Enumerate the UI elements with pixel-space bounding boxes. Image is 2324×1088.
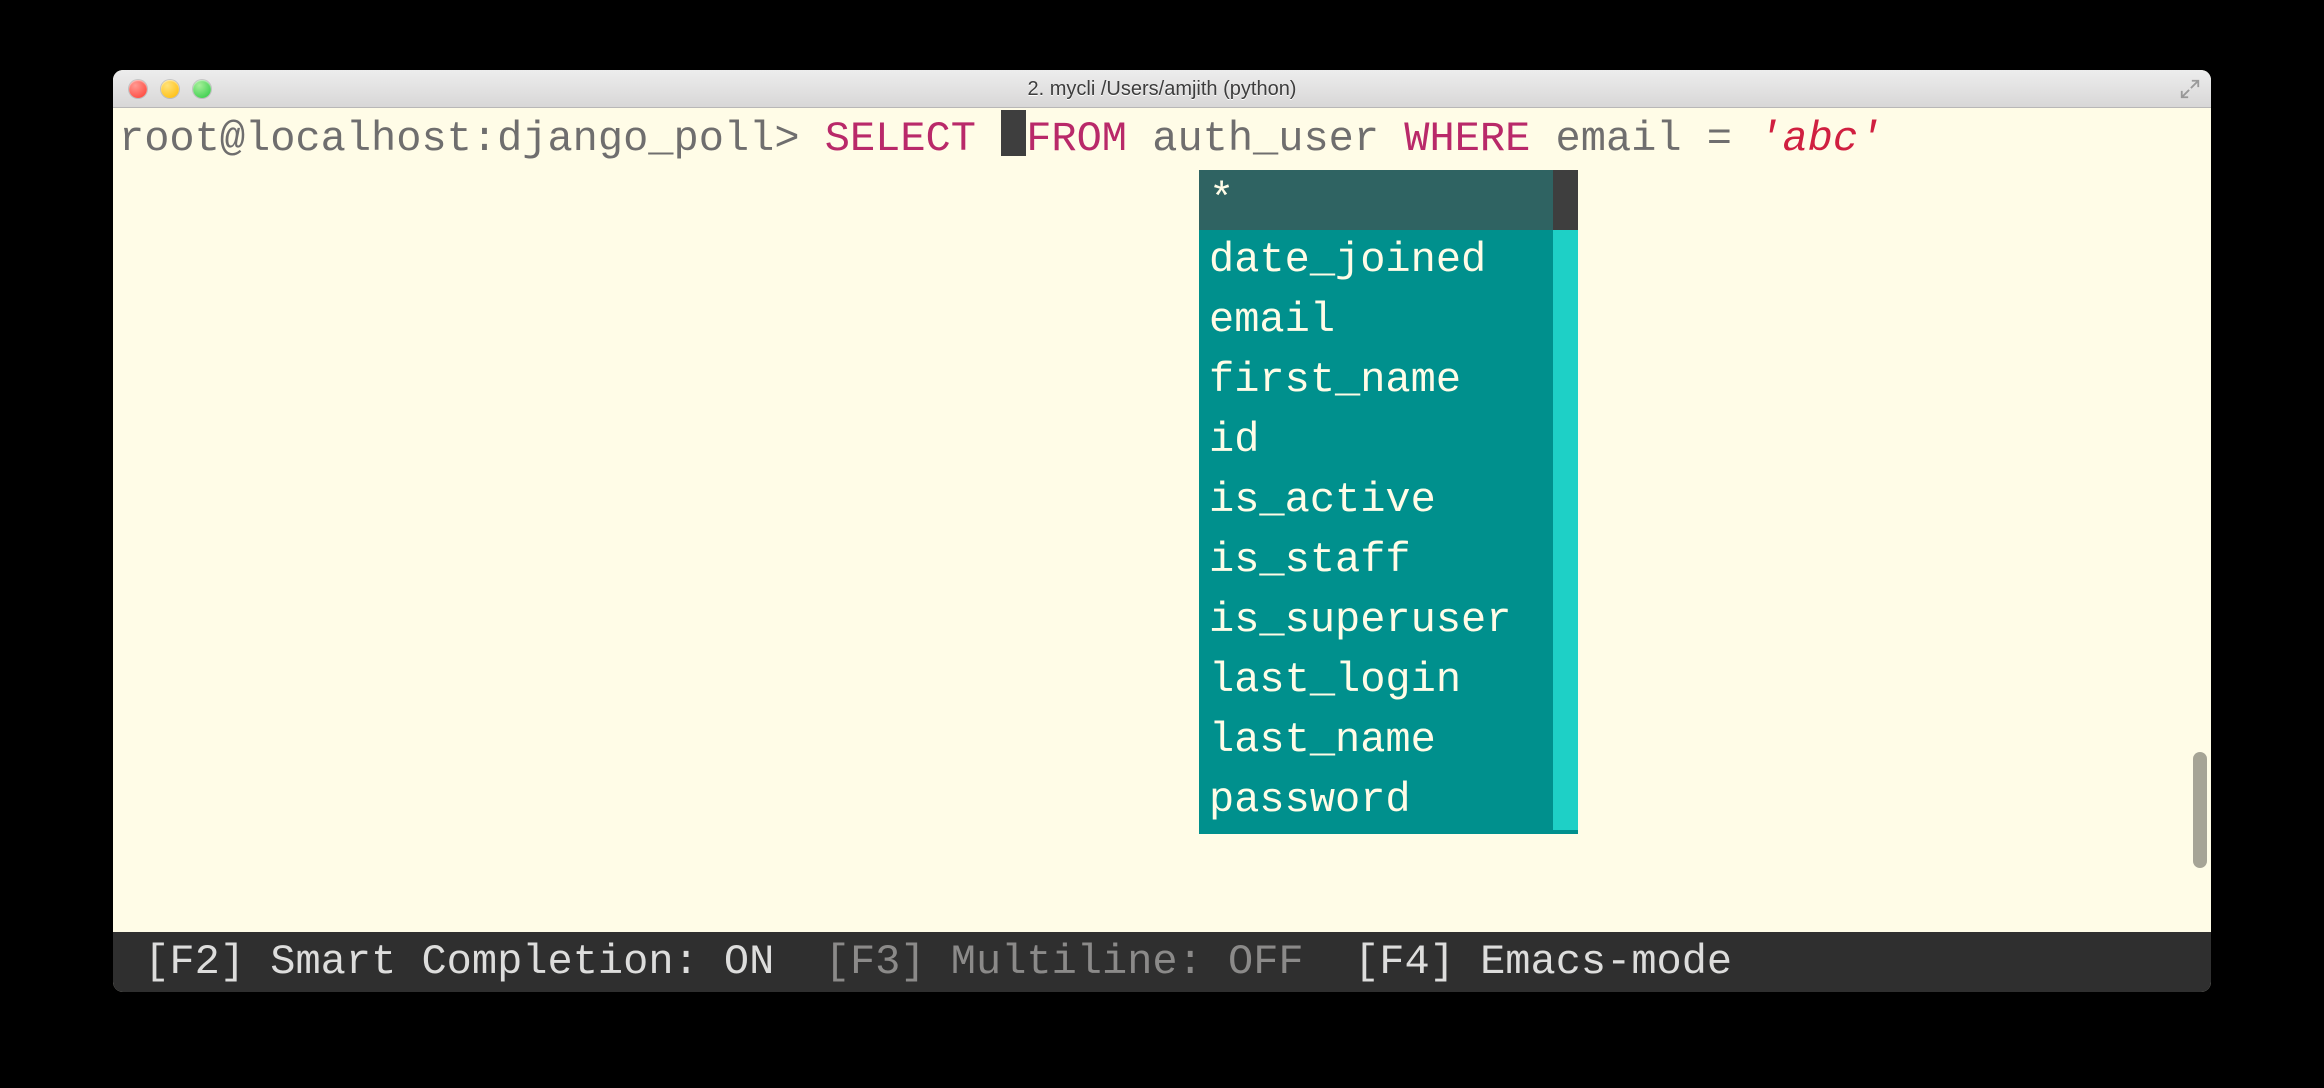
completion-scroll-cell — [1553, 770, 1578, 830]
cursor — [1001, 110, 1026, 156]
completion-item[interactable]: last_login — [1199, 650, 1578, 710]
completion-item-label: last_name — [1199, 710, 1553, 770]
completion-item-label: password — [1199, 770, 1553, 830]
sql-table: auth_user — [1152, 115, 1379, 163]
completion-item-label: id — [1199, 410, 1553, 470]
completion-scroll-cell — [1553, 530, 1578, 590]
completion-scroll-cell — [1553, 710, 1578, 770]
minimize-icon[interactable] — [161, 80, 179, 98]
completion-scroll-cell — [1553, 590, 1578, 650]
fullscreen-icon[interactable] — [2179, 78, 2201, 100]
statusbar-f3-label: Multiline: OFF — [926, 938, 1354, 986]
sql-string: 'abc' — [1757, 115, 1883, 163]
completion-item[interactable]: password — [1199, 770, 1578, 830]
completion-scroll-cell — [1553, 170, 1578, 230]
statusbar-f4-label: Emacs-mode — [1455, 938, 1732, 986]
terminal-body[interactable]: root@localhost:django_poll> SELECT FROM … — [113, 108, 2211, 932]
sql-from-keyword: FROM — [1026, 115, 1127, 163]
completion-menu[interactable]: *date_joinedemailfirst_nameidis_activeis… — [1199, 170, 1578, 834]
completion-item-label: last_login — [1199, 650, 1553, 710]
completion-item[interactable]: is_superuser — [1199, 590, 1578, 650]
prompt-user-host: root@localhost: — [119, 115, 497, 163]
traffic-lights — [129, 80, 211, 98]
completion-item-label: is_active — [1199, 470, 1553, 530]
zoom-icon[interactable] — [193, 80, 211, 98]
completion-scroll-cell — [1553, 650, 1578, 710]
statusbar-f4-key: [F4] — [1354, 938, 1455, 986]
scrollbar-thumb[interactable] — [2193, 752, 2207, 868]
terminal-window: 2. mycli /Users/amjith (python) root@loc… — [113, 70, 2211, 992]
completion-item[interactable]: id — [1199, 410, 1578, 470]
prompt-database: django_poll — [497, 115, 774, 163]
statusbar-f2-key: [F2] — [144, 938, 245, 986]
completion-item-label: * — [1199, 170, 1553, 230]
completion-item[interactable]: last_name — [1199, 710, 1578, 770]
statusbar-f3-key: [F3] — [825, 938, 926, 986]
sql-where-keyword: WHERE — [1404, 115, 1530, 163]
sql-select-keyword: SELECT — [825, 115, 976, 163]
completion-item-label: is_staff — [1199, 530, 1553, 590]
sql-eq: = — [1707, 115, 1732, 163]
sql-column: email — [1556, 115, 1682, 163]
completion-item[interactable]: is_staff — [1199, 530, 1578, 590]
completion-item[interactable]: email — [1199, 290, 1578, 350]
completion-item[interactable]: is_active — [1199, 470, 1578, 530]
completion-scroll-cell — [1553, 350, 1578, 410]
completion-scroll-cell — [1553, 470, 1578, 530]
completion-item-label: first_name — [1199, 350, 1553, 410]
statusbar: [F2] Smart Completion: ON [F3] Multiline… — [113, 932, 2211, 992]
statusbar-f2-label: Smart Completion: ON — [245, 938, 825, 986]
completion-item[interactable]: * — [1199, 170, 1578, 230]
titlebar: 2. mycli /Users/amjith (python) — [113, 70, 2211, 108]
completion-scroll-cell — [1553, 290, 1578, 350]
completion-item-label: date_joined — [1199, 230, 1553, 290]
completion-item-label: is_superuser — [1199, 590, 1553, 650]
completion-item[interactable]: first_name — [1199, 350, 1578, 410]
completion-scroll-cell — [1553, 230, 1578, 290]
prompt-line[interactable]: root@localhost:django_poll> SELECT FROM … — [113, 108, 2211, 170]
completion-item[interactable]: date_joined — [1199, 230, 1578, 290]
completion-scroll-cell — [1553, 410, 1578, 470]
completion-item-label: email — [1199, 290, 1553, 350]
close-icon[interactable] — [129, 80, 147, 98]
prompt-sep: > — [774, 115, 824, 163]
window-title: 2. mycli /Users/amjith (python) — [113, 79, 2211, 99]
